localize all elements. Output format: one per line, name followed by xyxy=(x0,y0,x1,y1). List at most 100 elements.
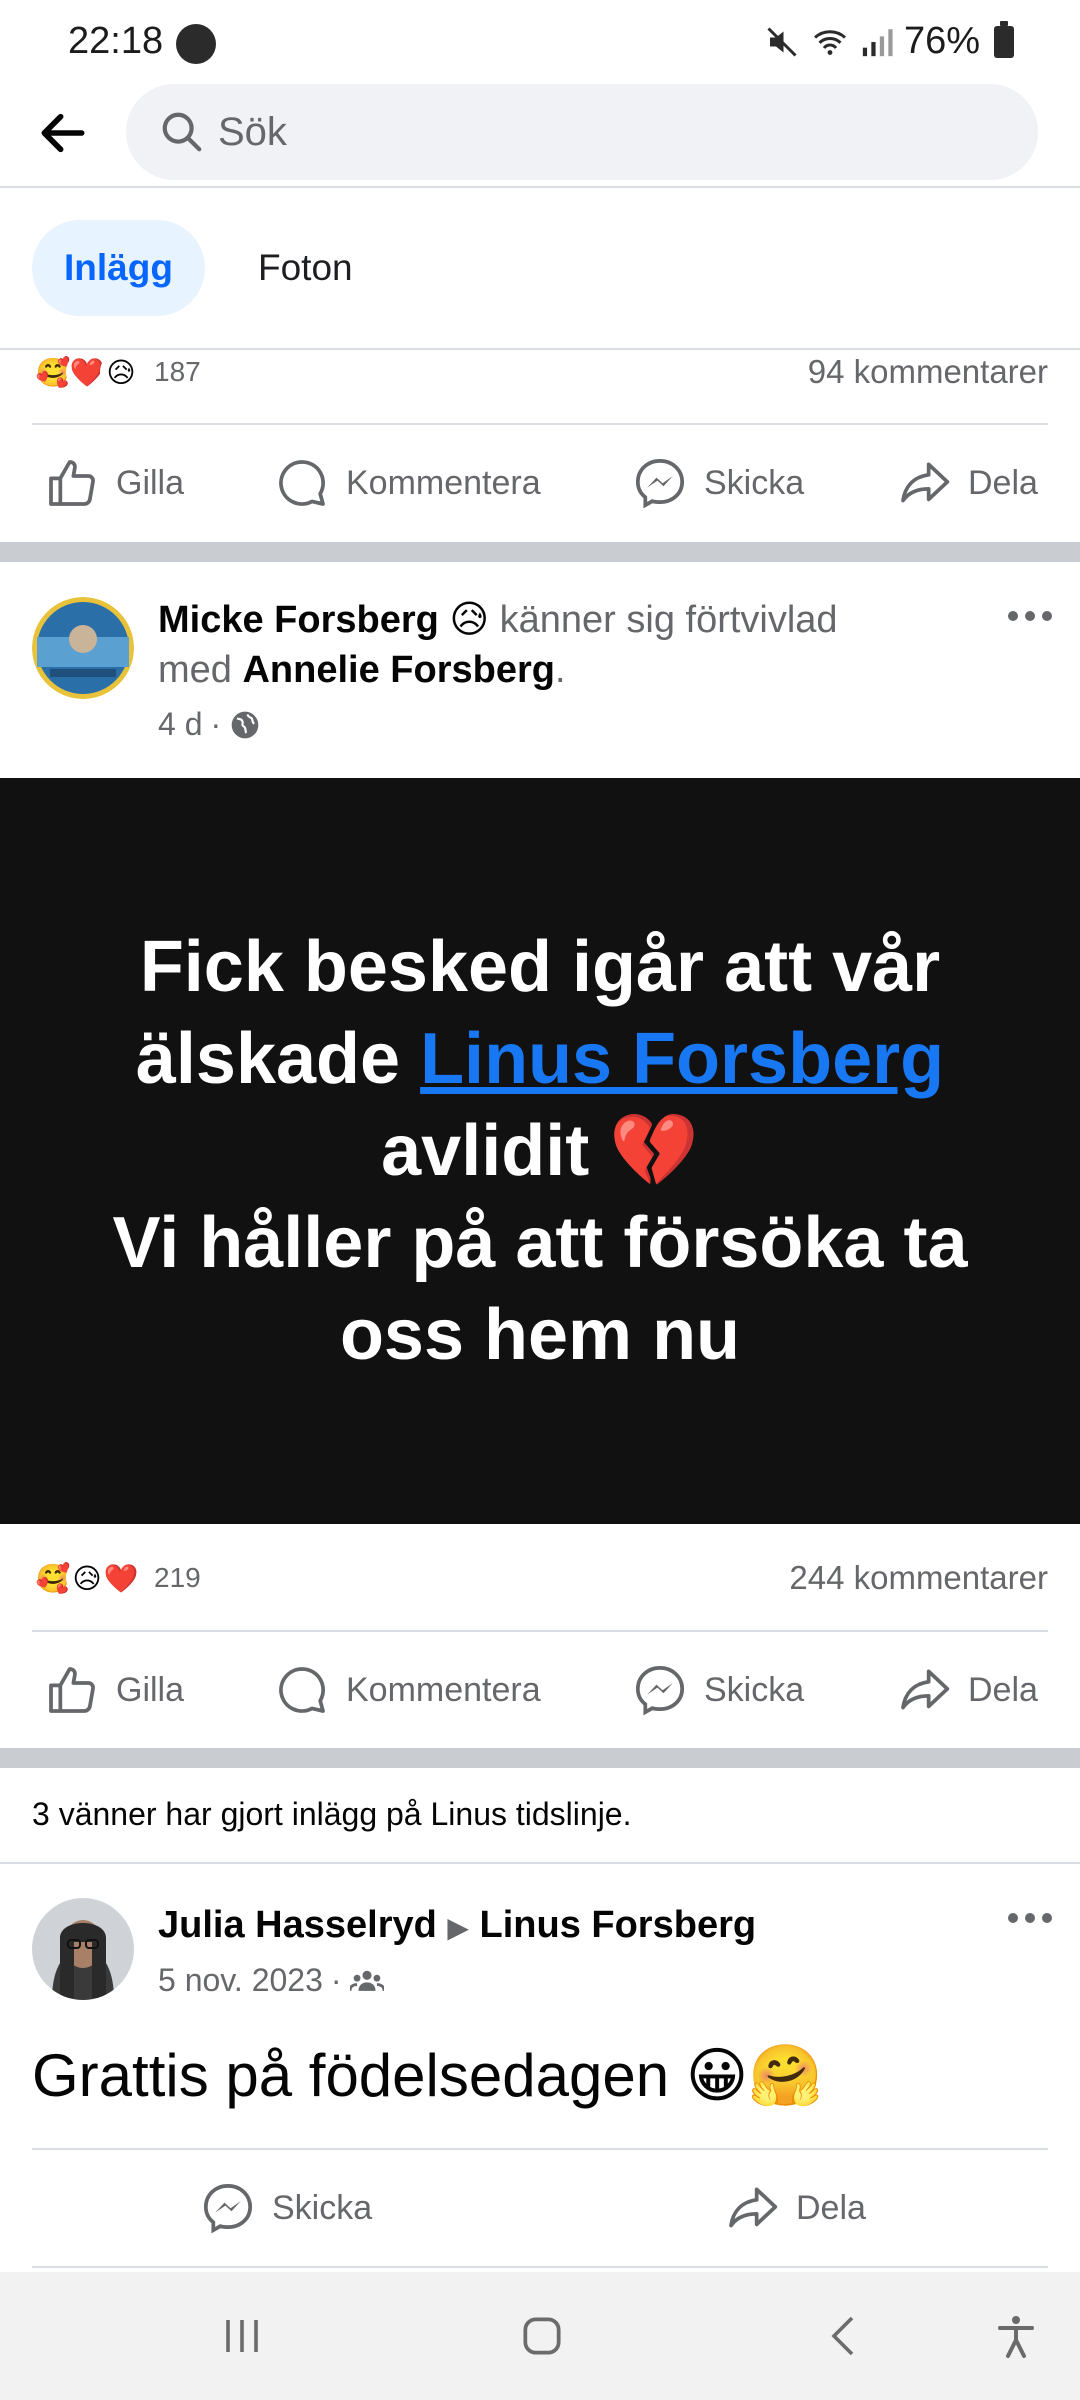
feeling-text: känner sig förtvivlad xyxy=(499,599,838,641)
post-meta: 5 nov. 2023 · xyxy=(158,1962,384,1999)
card-text: Fick besked igår att vår älskade Linus F… xyxy=(40,921,1040,1381)
mute-icon xyxy=(767,26,797,57)
send-label: Skicka xyxy=(704,1670,805,1709)
card-line: avlidit xyxy=(381,1111,590,1191)
nav-back-icon[interactable] xyxy=(806,2296,886,2376)
comment-icon xyxy=(279,460,326,506)
status-bar: 22:18 76% xyxy=(0,0,1080,82)
status-icons: 76% xyxy=(764,20,1014,63)
share-button[interactable]: Dela xyxy=(896,428,1038,538)
card-line: älskade xyxy=(135,1019,401,1099)
post-meta: 4 d · xyxy=(158,706,261,743)
comment-button[interactable]: Kommentera xyxy=(274,1635,541,1745)
post-separator xyxy=(0,1748,1080,1768)
share-icon xyxy=(901,462,950,503)
friends-icon xyxy=(349,1970,384,1991)
reaction-icons[interactable]: 🥰 ❤️ 😥 187 xyxy=(32,351,201,393)
send-button[interactable]: Skicka xyxy=(632,428,804,538)
comment-label: Kommentera xyxy=(346,463,541,502)
post2-action-row: Gilla Kommentera Skicka Dela xyxy=(0,1635,1080,1745)
comment-label: Kommentera xyxy=(346,1670,541,1709)
share-label: Dela xyxy=(796,2188,866,2227)
post-time[interactable]: 4 d xyxy=(158,706,202,743)
accessibility-icon[interactable] xyxy=(976,2296,1056,2376)
divider xyxy=(32,2266,1048,2268)
post3-action-row: Skicka Dela xyxy=(0,2153,1080,2263)
post-header-text: Micke Forsberg 😥 känner sig förtvivlad m… xyxy=(158,599,838,691)
share-label: Dela xyxy=(968,1670,1038,1709)
more-options-icon[interactable] xyxy=(1000,1898,1060,1938)
search-input[interactable]: Sök xyxy=(126,84,1038,180)
search-icon xyxy=(156,106,208,158)
like-button[interactable]: Gilla xyxy=(44,1635,184,1745)
divider xyxy=(32,1630,1048,1632)
share-button[interactable]: Dela xyxy=(896,1635,1038,1745)
globe-icon xyxy=(231,711,259,738)
divider xyxy=(32,423,1048,425)
comment-button[interactable]: Kommentera xyxy=(274,428,541,538)
mention-link[interactable]: Linus Forsberg xyxy=(420,1019,944,1099)
post1-reactions-row: 🥰 ❤️ 😥 187 94 kommentarer xyxy=(32,337,1048,407)
battery-percent: 76% xyxy=(903,20,980,62)
post-header-text: Julia Hasselryd ▶ Linus Forsberg xyxy=(158,1900,958,1953)
share-icon xyxy=(729,2187,778,2228)
thumbs-up-icon xyxy=(49,460,95,506)
tagged-name[interactable]: Annelie Forsberg xyxy=(242,649,555,691)
sad-reaction-icon: 😥 xyxy=(100,351,142,393)
comment-count[interactable]: 94 kommentarer xyxy=(808,353,1048,391)
battery-icon xyxy=(994,20,1014,58)
comment-count[interactable]: 244 kommentarer xyxy=(789,1559,1048,1597)
signal-icon xyxy=(862,28,893,56)
system-nav-bar xyxy=(0,2272,1080,2400)
card-line: Fick besked igår att vår xyxy=(139,927,941,1007)
divider xyxy=(32,2148,1048,2150)
like-button[interactable]: Gilla xyxy=(44,428,184,538)
status-time: 22:18 xyxy=(68,20,164,62)
like-label: Gilla xyxy=(116,463,185,502)
tab-photos[interactable]: Foton xyxy=(226,220,385,316)
card-line: oss hem nu xyxy=(339,1295,741,1375)
messenger-icon xyxy=(635,458,685,509)
love-reaction-icon: ❤️ xyxy=(100,1557,142,1599)
comment-icon xyxy=(279,1667,326,1713)
tab-posts[interactable]: Inlägg xyxy=(32,220,205,316)
share-button[interactable]: Dela xyxy=(724,2153,866,2263)
broken-heart-emoji: 💔 xyxy=(609,1111,699,1191)
messenger-icon xyxy=(635,1665,685,1716)
post2-reactions-row: 🥰 😥 ❤️ 219 244 kommentarer xyxy=(32,1543,1048,1613)
reaction-icons[interactable]: 🥰 😥 ❤️ 219 xyxy=(32,1557,201,1599)
send-button[interactable]: Skicka xyxy=(200,2153,372,2263)
target-name[interactable]: Linus Forsberg xyxy=(480,1904,757,1946)
share-icon xyxy=(901,1669,950,1710)
recent-apps-icon[interactable] xyxy=(202,2296,282,2376)
thumbs-up-icon xyxy=(49,1667,95,1713)
search-header: Sök xyxy=(0,82,1080,188)
reaction-count: 187 xyxy=(154,356,201,387)
search-placeholder: Sök xyxy=(218,109,287,154)
reaction-count: 219 xyxy=(154,1562,201,1593)
send-label: Skicka xyxy=(272,2188,373,2227)
avatar[interactable] xyxy=(32,1898,134,2000)
post-date[interactable]: 5 nov. 2023 xyxy=(158,1962,323,1999)
call-icon xyxy=(176,24,216,64)
card-line: Vi håller på att försöka ta xyxy=(112,1203,968,1283)
author-name[interactable]: Julia Hasselryd xyxy=(158,1904,437,1946)
with-prefix: med xyxy=(158,649,232,691)
avatar[interactable] xyxy=(32,597,134,699)
send-label: Skicka xyxy=(704,463,805,502)
more-options-icon[interactable] xyxy=(1000,596,1060,636)
divider xyxy=(0,1862,1080,1864)
home-icon[interactable] xyxy=(502,2296,582,2376)
profile-tabs: Inlägg Foton xyxy=(0,190,1080,350)
back-arrow-icon[interactable] xyxy=(30,100,96,166)
wifi-icon xyxy=(813,29,846,55)
author-name[interactable]: Micke Forsberg xyxy=(158,599,439,641)
feeling-emoji: 😥 xyxy=(449,599,490,641)
messenger-icon xyxy=(203,2183,253,2234)
triangle-arrow-icon: ▶ xyxy=(447,1912,469,1943)
send-button[interactable]: Skicka xyxy=(632,1635,804,1745)
post-separator xyxy=(0,542,1080,562)
post-text: Grattis på födelsedagen 😀🤗 xyxy=(32,2042,824,2109)
post-text-card[interactable]: Fick besked igår att vår älskade Linus F… xyxy=(0,778,1080,1524)
share-label: Dela xyxy=(968,463,1038,502)
